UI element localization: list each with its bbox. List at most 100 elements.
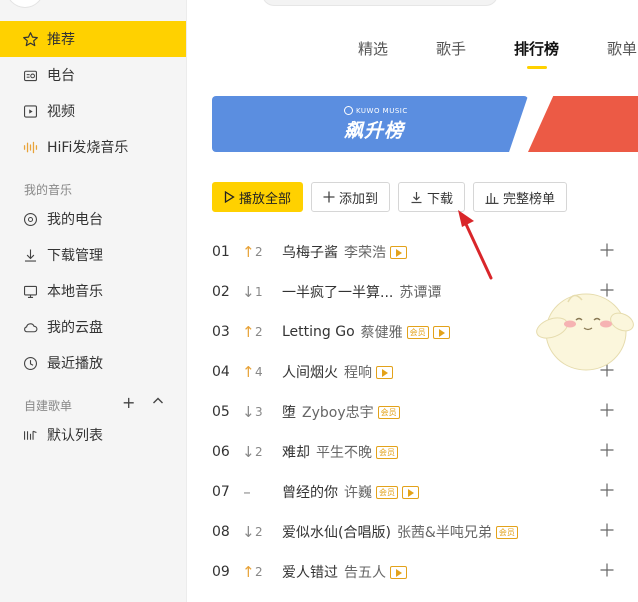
song-rank: 02 [212,284,230,300]
add-song-icon[interactable] [600,522,616,538]
tab-playlists[interactable]: 歌单 [607,38,637,59]
song-title[interactable]: 难却 [282,442,310,462]
tab-featured[interactable]: 精选 [358,38,388,59]
tab-rankings[interactable]: 排行榜 [514,38,559,59]
add-song-icon[interactable] [600,482,616,498]
song-row[interactable]: 07– 曾经的你 许巍 会员 [212,472,638,512]
song-trend: ↓ 3 [242,403,282,421]
song-row[interactable]: 05 ↓ 3 堕 Zyboy忠宇 会员 [212,392,638,432]
vip-badge: 会员 [406,325,429,339]
song-title[interactable]: 爱似水仙(合唱版) [282,522,391,542]
sidebar-item-recommend[interactable]: 推荐 [0,21,186,57]
song-row[interactable]: 06 ↓ 2 难却 平生不晚 会员 [212,432,638,472]
song-title[interactable]: 曾经的你 [282,482,338,502]
song-title[interactable]: 堕 [282,402,296,422]
vip-badge: 会员 [377,405,400,419]
song-row[interactable]: 08 ↓ 2 爱似水仙(合唱版) 张茜&半吨兄弟 会员 [212,512,638,552]
section-label-playlists: 自建歌单 [24,399,73,413]
star-icon [21,30,39,48]
song-trend: ↑ 2 [242,323,282,341]
sidebar-item-default-list[interactable]: 默认列表 [0,417,187,453]
kuwo-logo-icon [344,106,353,115]
song-rank: 04 [212,364,230,380]
sidebar-item-label: 默认列表 [47,428,103,444]
sidebar-item-recent[interactable]: 最近播放 [0,345,187,381]
sidebar: 推荐 电台 视频 HiFi发烧音乐 我的音乐 我的电台 下载管理 本地音乐 我的… [0,0,187,602]
trend-change: 2 [255,445,263,459]
song-row[interactable]: 09 ↑ 2 爱人错过 告五人 [212,552,638,592]
next-chart-banner[interactable] [528,96,638,152]
play-all-button[interactable]: 播放全部 [212,182,304,212]
song-rank: 05 [212,404,230,420]
sidebar-item-label: 视频 [47,104,75,120]
mv-play-icon[interactable] [390,245,407,259]
add-to-button[interactable]: 添加到 [311,182,391,212]
song-artist[interactable]: Zyboy忠宇 [302,402,374,422]
sidebar-item-label: 我的电台 [47,212,103,228]
song-title[interactable]: 一半疯了一半算... [282,282,393,302]
add-playlist-icon[interactable]: + [122,393,135,412]
song-artist[interactable]: 程响 [344,362,372,382]
video-icon [21,102,39,120]
sidebar-item-cloud[interactable]: 我的云盘 [0,309,187,345]
vip-badge: 会员 [376,485,398,499]
mv-play-icon[interactable] [432,325,450,339]
song-title[interactable]: 人间烟火 [282,362,338,382]
tab-singers[interactable]: 歌手 [436,38,466,59]
mv-play-icon[interactable] [390,565,407,579]
download-label: 下载 [427,191,454,207]
cloud-icon [21,318,39,336]
trend-change: 2 [255,325,263,339]
trend-change: 2 [255,565,263,579]
song-artist[interactable]: 李荣浩 [344,242,386,262]
song-title[interactable]: 乌梅子酱 [282,242,338,262]
sidebar-item-local-music[interactable]: 本地音乐 [0,273,187,309]
chevron-up-icon[interactable] [151,393,165,412]
add-song-icon[interactable] [600,242,616,258]
trend-same-icon: – [243,483,251,501]
add-song-icon[interactable] [600,402,616,418]
trend-change: 1 [255,285,263,299]
song-title[interactable]: Letting Go [282,324,355,340]
play-icon [224,191,235,203]
sidebar-item-video[interactable]: 视频 [0,93,187,129]
song-artist[interactable]: 许巍 [344,482,372,502]
song-rank: 06 [212,444,230,460]
song-artist[interactable]: 张茜&半吨兄弟 [397,522,492,542]
song-trend: ↑ 4 [242,363,282,381]
avatar[interactable] [6,0,44,8]
sidebar-item-label: 本地音乐 [47,284,103,300]
sidebar-item-hifi[interactable]: HiFi发烧音乐 [0,129,187,165]
plus-icon [323,191,335,203]
song-artist[interactable]: 告五人 [344,562,386,582]
sidebar-item-downloads[interactable]: 下载管理 [0,237,187,273]
chart-banner-carousel[interactable]: KUWO MUSIC 飙升榜 [212,96,638,152]
trend-change: 2 [255,245,263,259]
song-artist[interactable]: 平生不晚 [316,442,372,462]
song-row[interactable]: 01 ↑ 2 乌梅子酱 李荣浩 [212,232,638,272]
clock-icon [21,354,39,372]
trend-up-icon: ↑ [242,363,255,381]
song-artist[interactable]: 蔡健雅 [361,322,403,342]
song-artist[interactable]: 苏谭谭 [399,282,441,302]
tab-bar: 精选 歌手 排行榜 歌单 [187,0,638,80]
song-trend: ↑ 2 [242,563,282,581]
waveform-icon [21,138,39,156]
mv-play-icon[interactable] [376,365,393,379]
sidebar-item-radio[interactable]: 电台 [0,57,187,93]
sidebar-item-label: 推荐 [47,32,75,48]
song-trend: ↑ 2 [242,243,282,261]
song-title[interactable]: 爱人错过 [282,562,338,582]
mv-play-icon[interactable] [402,485,419,499]
add-to-label: 添加到 [339,191,379,207]
trend-down-icon: ↓ [242,403,255,421]
add-song-icon[interactable] [600,442,616,458]
trend-up-icon: ↑ [242,243,255,261]
trend-down-icon: ↓ [242,443,255,461]
sidebar-item-label: 最近播放 [47,356,103,372]
add-song-icon[interactable] [600,562,616,578]
sidebar-item-my-radio[interactable]: 我的电台 [0,201,187,237]
vip-badge: 会员 [376,445,398,459]
song-trend: ↓ 1 [242,283,282,301]
sidebar-item-label: HiFi发烧音乐 [47,140,129,156]
